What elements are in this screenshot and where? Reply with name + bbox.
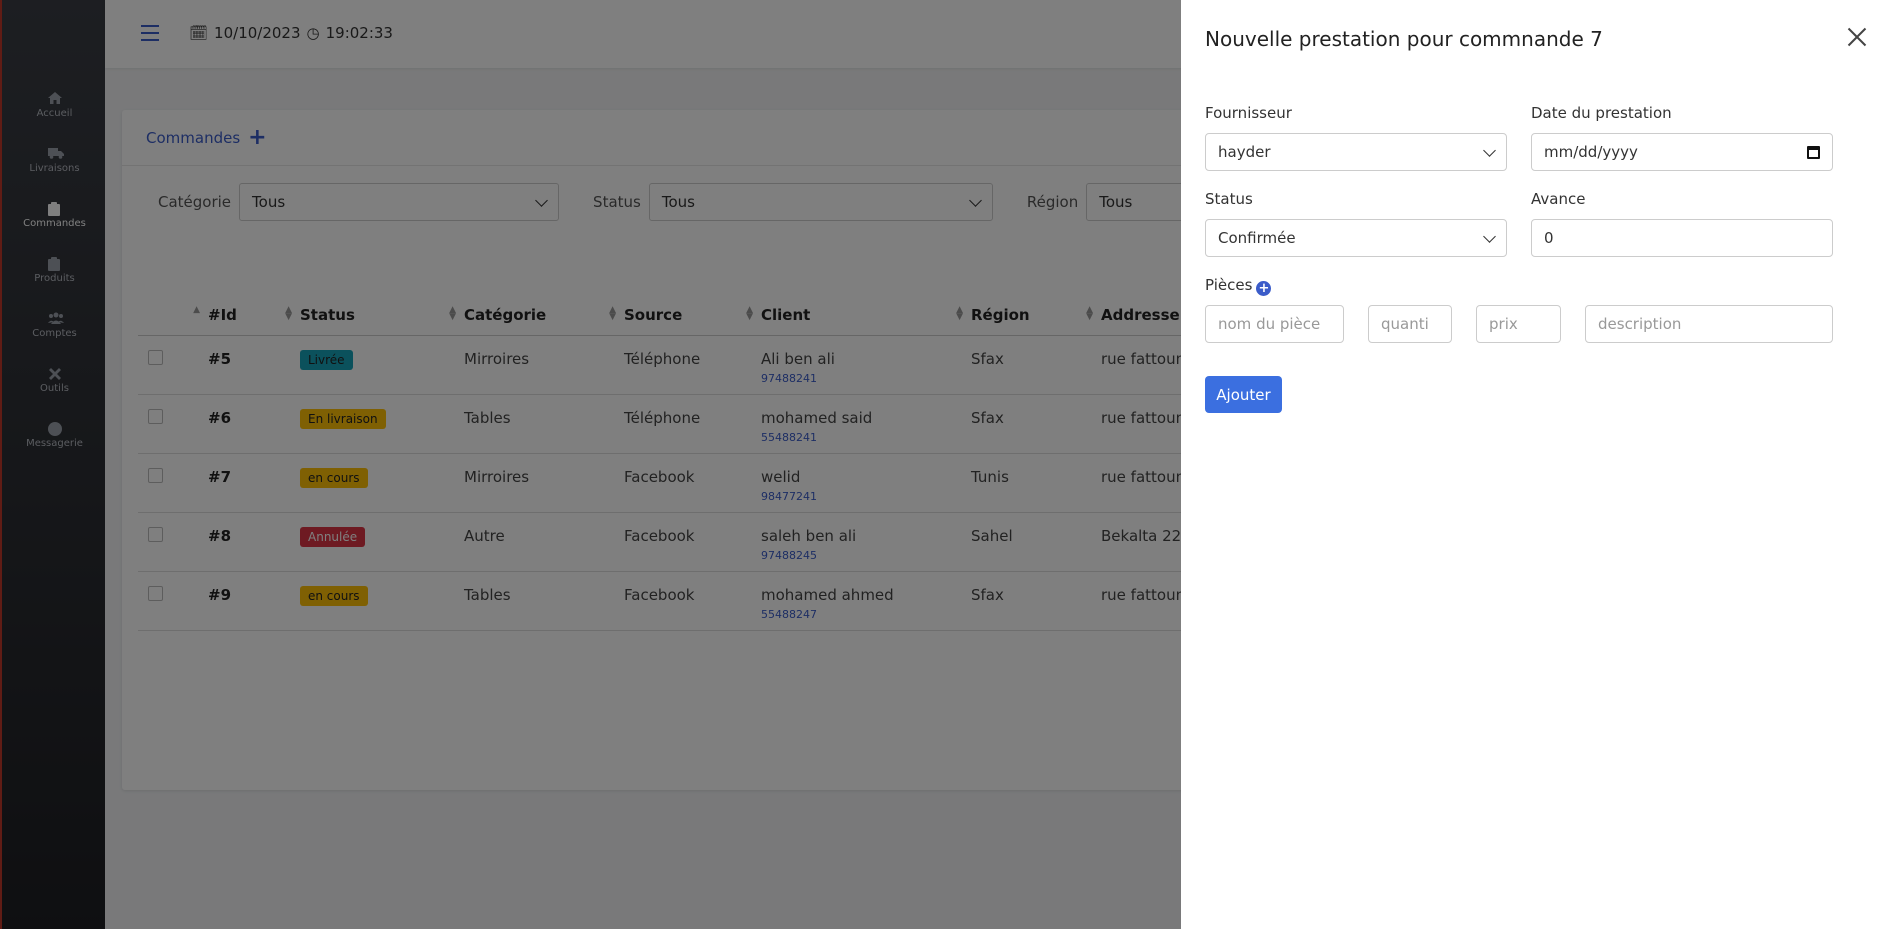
date-placeholder: mm/dd/yyyy <box>1544 143 1638 161</box>
piece-name-placeholder: nom du pièce <box>1218 315 1321 333</box>
avance-label: Avance <box>1531 190 1586 208</box>
fournisseur-label: Fournisseur <box>1205 104 1292 122</box>
add-piece-icon[interactable]: + <box>1256 281 1272 296</box>
status-label: Status <box>1205 190 1253 208</box>
date-input[interactable]: mm/dd/yyyy <box>1531 133 1833 171</box>
fournisseur-value: hayder <box>1218 143 1271 161</box>
new-service-panel: Nouvelle prestation pour commnande 7 Fou… <box>1181 0 1880 929</box>
date-label: Date du prestation <box>1531 104 1672 122</box>
piece-description-input[interactable]: description <box>1585 305 1833 343</box>
calendar-icon[interactable] <box>1807 145 1820 159</box>
pieces-label-row: Pièces + <box>1205 276 1272 296</box>
ajouter-button[interactable]: Ajouter <box>1205 376 1282 413</box>
chevron-down-icon <box>1483 229 1496 243</box>
chevron-down-icon <box>1483 143 1496 157</box>
close-icon[interactable] <box>1846 26 1868 48</box>
piece-price-placeholder: prix <box>1489 315 1518 333</box>
status-value: Confirmée <box>1218 229 1296 247</box>
piece-quantity-input[interactable]: quanti <box>1368 305 1452 343</box>
avance-value: 0 <box>1544 229 1554 247</box>
piece-price-input[interactable]: prix <box>1476 305 1561 343</box>
pieces-label: Pièces <box>1205 276 1253 294</box>
avance-input[interactable]: 0 <box>1531 219 1833 257</box>
status-select[interactable]: Confirmée <box>1205 219 1507 257</box>
panel-title: Nouvelle prestation pour commnande 7 <box>1205 27 1603 51</box>
fournisseur-select[interactable]: hayder <box>1205 133 1507 171</box>
piece-name-input[interactable]: nom du pièce <box>1205 305 1344 343</box>
piece-description-placeholder: description <box>1598 315 1682 333</box>
piece-quantity-placeholder: quanti <box>1381 315 1429 333</box>
